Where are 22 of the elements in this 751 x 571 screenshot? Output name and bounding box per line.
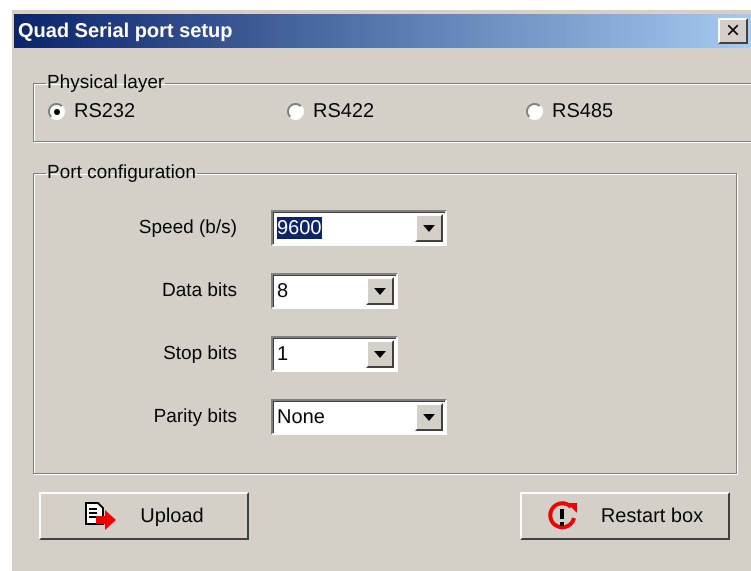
dropdown-field[interactable]: 1	[271, 336, 398, 372]
group-title: Port configuration	[46, 162, 197, 184]
field-label: Data bits	[162, 280, 237, 302]
radio-button[interactable]	[526, 103, 543, 120]
field-label: Speed (b/s)	[138, 217, 237, 239]
document-arrow-icon	[84, 501, 118, 531]
radio-label[interactable]: RS485	[552, 100, 614, 123]
close-button[interactable]: ×	[718, 18, 748, 44]
radio-label[interactable]: RS232	[74, 100, 136, 123]
restart-warning-icon	[546, 501, 579, 531]
radio-button[interactable]	[287, 103, 304, 120]
field-label: Stop bits	[163, 343, 237, 365]
dropdown-field[interactable]: None	[271, 399, 447, 435]
group-title: Physical layer	[46, 72, 166, 94]
upload-button[interactable]: Upload	[39, 492, 249, 540]
dropdown-field[interactable]: 9600	[271, 210, 447, 246]
radio-button[interactable]	[48, 103, 65, 120]
radio-label[interactable]: RS422	[313, 100, 374, 123]
field-label: Parity bits	[154, 406, 237, 428]
window-title: Quad Serial port setup	[18, 20, 232, 42]
restart-button[interactable]: Restart box	[520, 492, 730, 540]
dropdown-field[interactable]: 8	[271, 273, 398, 309]
